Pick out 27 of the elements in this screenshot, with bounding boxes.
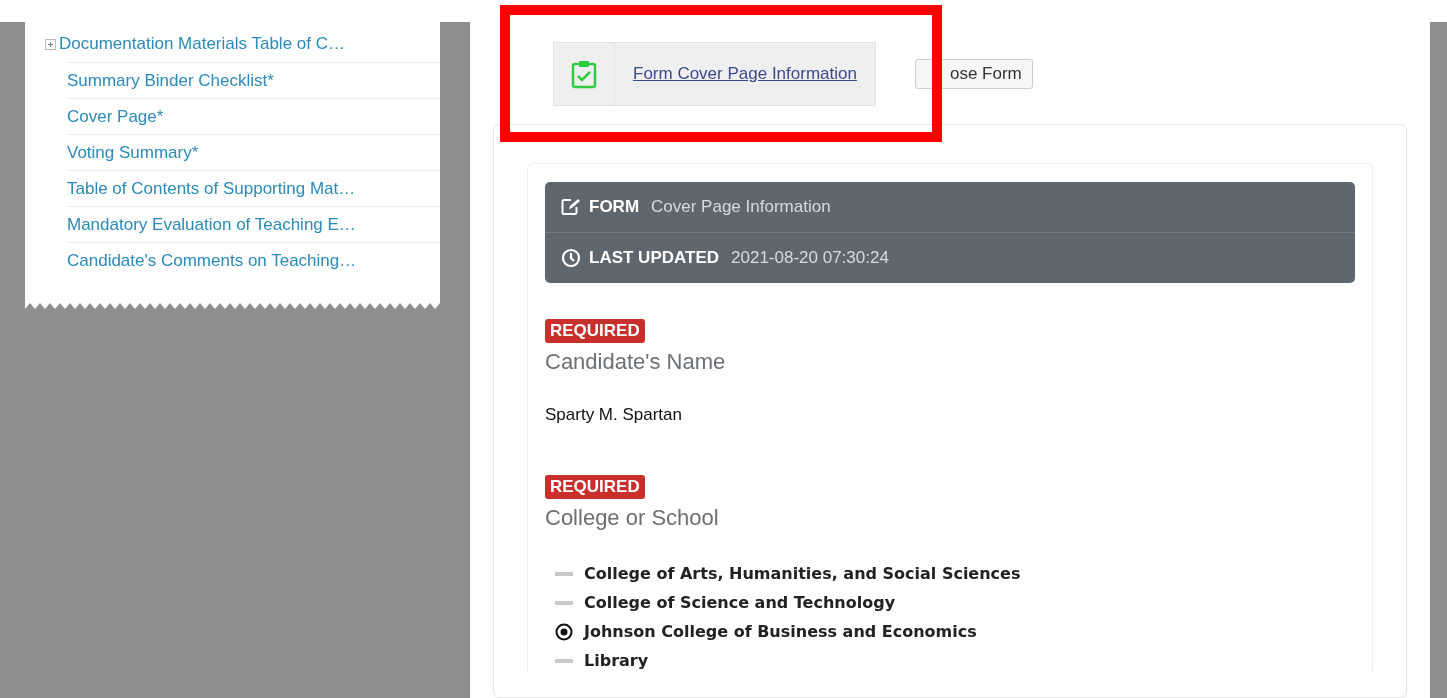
form-tab[interactable]: Form Cover Page Information — [553, 42, 876, 106]
option-label: College of Science and Technology — [584, 593, 896, 612]
option-label: College of Arts, Humanities, and Social Sciences — [584, 564, 1021, 583]
sidebar-link[interactable]: Documentation Materials Table of C… — [59, 34, 345, 54]
sidebar-link[interactable]: Voting Summary* — [67, 142, 199, 163]
sidebar-link[interactable]: Mandatory Evaluation of Teaching E… — [67, 214, 356, 235]
sidebar-link[interactable]: Cover Page* — [67, 106, 164, 127]
sidebar-link[interactable]: Summary Binder Checklist* — [67, 70, 274, 91]
form-label: FORM — [589, 197, 640, 217]
field-label: Candidate's Name — [545, 349, 727, 375]
last-updated-value: 2021-08-20 07:30:24 — [731, 248, 889, 268]
form-name: Cover Page Information — [651, 197, 831, 217]
option-label: Johnson College of Business and Economics — [584, 622, 977, 641]
required-badge: REQUIRED — [545, 475, 645, 499]
required-badge: REQUIRED — [545, 319, 645, 343]
sidebar-link[interactable]: Candidate's Comments on Teaching… — [67, 250, 357, 271]
last-updated-label: LAST UPDATED — [589, 248, 719, 268]
expand-icon[interactable] — [45, 38, 56, 50]
option-label: Library — [584, 651, 649, 670]
edit-icon — [561, 198, 581, 216]
clipboard-check-icon — [571, 59, 597, 89]
clock-icon — [561, 248, 581, 268]
field-value: Sparty M. Spartan — [545, 405, 683, 425]
sidebar-link[interactable]: Table of Contents of Supporting Mat… — [67, 178, 356, 199]
close-form-button[interactable]: ose Form — [914, 59, 1033, 89]
form-link[interactable]: Form Cover Page Information — [615, 43, 875, 105]
field-label: College or School — [545, 505, 720, 531]
